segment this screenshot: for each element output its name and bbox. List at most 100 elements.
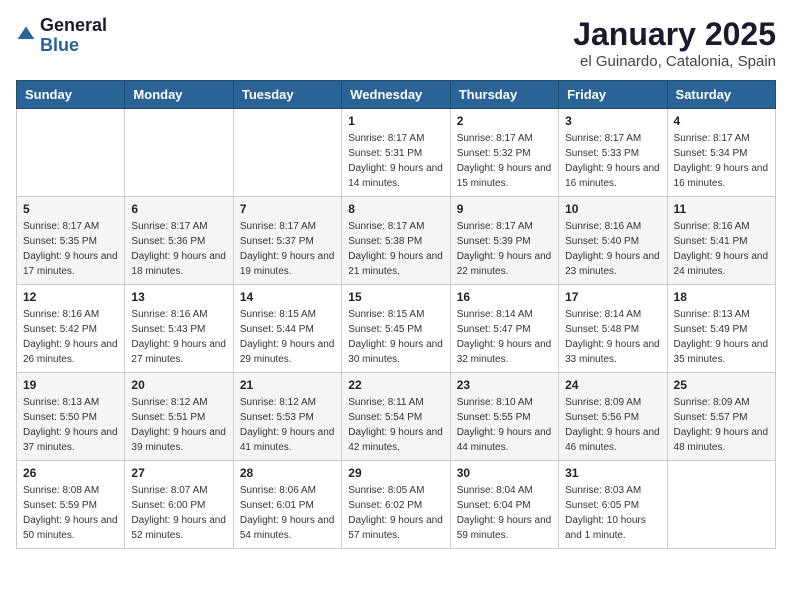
calendar-cell: [667, 461, 775, 549]
calendar-cell: 17 Sunrise: 8:14 AMSunset: 5:48 PMDayligh…: [559, 285, 667, 373]
day-info: Sunrise: 8:03 AMSunset: 6:05 PMDaylight:…: [565, 483, 660, 543]
calendar-cell: 16 Sunrise: 8:14 AMSunset: 5:47 PMDayligh…: [450, 285, 558, 373]
day-info: Sunrise: 8:15 AMSunset: 5:45 PMDaylight:…: [348, 307, 443, 367]
calendar-cell: 9 Sunrise: 8:17 AMSunset: 5:39 PMDaylight…: [450, 197, 558, 285]
weekday-header: Friday: [559, 81, 667, 109]
calendar-cell: 12Sunrise: 8:16 AMSunset: 5:42 PMDayligh…: [17, 285, 125, 373]
calendar-cell: 19 Sunrise: 8:13 AMSunset: 5:50 PMDayligh…: [17, 373, 125, 461]
day-info: Sunrise: 8:17 AMSunset: 5:39 PMDaylight:…: [457, 219, 552, 279]
day-info: Sunrise: 8:17 AMSunset: 5:32 PMDaylight:…: [457, 131, 552, 191]
logo: General Blue: [16, 16, 107, 56]
logo-icon: [16, 24, 36, 44]
day-number: 25: [674, 378, 769, 392]
day-info: Sunrise: 8:17 AMSunset: 5:36 PMDaylight:…: [131, 219, 226, 279]
day-info: Sunrise: 8:08 AMSunset: 5:59 PMDaylight:…: [23, 483, 118, 543]
day-number: 27: [131, 466, 226, 480]
calendar-cell: 4 Sunrise: 8:17 AMSunset: 5:34 PMDaylight…: [667, 109, 775, 197]
calendar-cell: 15 Sunrise: 8:15 AMSunset: 5:45 PMDayligh…: [342, 285, 450, 373]
day-number: 20: [131, 378, 226, 392]
weekday-header: Sunday: [17, 81, 125, 109]
day-number: 6: [131, 202, 226, 216]
calendar-cell: 28Sunrise: 8:06 AMSunset: 6:01 PMDayligh…: [233, 461, 341, 549]
day-info: Sunrise: 8:17 AMSunset: 5:33 PMDaylight:…: [565, 131, 660, 191]
day-info: Sunrise: 8:13 AMSunset: 5:49 PMDaylight:…: [674, 307, 769, 367]
day-number: 14: [240, 290, 335, 304]
calendar-cell: 10 Sunrise: 8:16 AMSunset: 5:40 PMDayligh…: [559, 197, 667, 285]
day-number: 5: [23, 202, 118, 216]
day-number: 31: [565, 466, 660, 480]
day-info: Sunrise: 8:12 AMSunset: 5:51 PMDaylight:…: [131, 395, 226, 455]
calendar-cell: 20 Sunrise: 8:12 AMSunset: 5:51 PMDayligh…: [125, 373, 233, 461]
day-info: Sunrise: 8:16 AMSunset: 5:43 PMDaylight:…: [131, 307, 226, 367]
calendar-cell: 1Sunrise: 8:17 AMSunset: 5:31 PMDaylight…: [342, 109, 450, 197]
calendar-table: SundayMondayTuesdayWednesdayThursdayFrid…: [16, 80, 776, 549]
day-info: Sunrise: 8:14 AMSunset: 5:47 PMDaylight:…: [457, 307, 552, 367]
day-info: Sunrise: 8:15 AMSunset: 5:44 PMDaylight:…: [240, 307, 335, 367]
day-number: 28: [240, 466, 335, 480]
calendar-cell: [233, 109, 341, 197]
calendar-header-row: SundayMondayTuesdayWednesdayThursdayFrid…: [17, 81, 776, 109]
day-info: Sunrise: 8:17 AMSunset: 5:31 PMDaylight:…: [348, 131, 443, 191]
day-number: 9: [457, 202, 552, 216]
calendar-cell: 22 Sunrise: 8:11 AMSunset: 5:54 PMDayligh…: [342, 373, 450, 461]
weekday-header: Saturday: [667, 81, 775, 109]
calendar-cell: 23Sunrise: 8:10 AMSunset: 5:55 PMDayligh…: [450, 373, 558, 461]
weekday-header: Wednesday: [342, 81, 450, 109]
calendar-cell: 5Sunrise: 8:17 AMSunset: 5:35 PMDaylight…: [17, 197, 125, 285]
day-info: Sunrise: 8:07 AMSunset: 6:00 PMDaylight:…: [131, 483, 226, 543]
calendar-cell: 25 Sunrise: 8:09 AMSunset: 5:57 PMDayligh…: [667, 373, 775, 461]
day-info: Sunrise: 8:16 AMSunset: 5:41 PMDaylight:…: [674, 219, 769, 279]
logo-general: General: [40, 15, 107, 35]
day-number: 2: [457, 114, 552, 128]
calendar-week-row: 5Sunrise: 8:17 AMSunset: 5:35 PMDaylight…: [17, 197, 776, 285]
day-number: 18: [674, 290, 769, 304]
day-info: Sunrise: 8:09 AMSunset: 5:56 PMDaylight:…: [565, 395, 660, 455]
day-number: 7: [240, 202, 335, 216]
day-info: Sunrise: 8:09 AMSunset: 5:57 PMDaylight:…: [674, 395, 769, 455]
calendar-cell: 11 Sunrise: 8:16 AMSunset: 5:41 PMDayligh…: [667, 197, 775, 285]
day-number: 17: [565, 290, 660, 304]
weekday-header: Tuesday: [233, 81, 341, 109]
calendar-week-row: 1Sunrise: 8:17 AMSunset: 5:31 PMDaylight…: [17, 109, 776, 197]
day-info: Sunrise: 8:05 AMSunset: 6:02 PMDaylight:…: [348, 483, 443, 543]
day-number: 11: [674, 202, 769, 216]
day-info: Sunrise: 8:17 AMSunset: 5:37 PMDaylight:…: [240, 219, 335, 279]
weekday-header: Thursday: [450, 81, 558, 109]
day-number: 16: [457, 290, 552, 304]
title-area: January 2025 el Guinardo, Catalonia, Spa…: [573, 16, 776, 70]
calendar-week-row: 12Sunrise: 8:16 AMSunset: 5:42 PMDayligh…: [17, 285, 776, 373]
day-info: Sunrise: 8:17 AMSunset: 5:34 PMDaylight:…: [674, 131, 769, 191]
day-info: Sunrise: 8:14 AMSunset: 5:48 PMDaylight:…: [565, 307, 660, 367]
day-number: 10: [565, 202, 660, 216]
calendar-cell: 8Sunrise: 8:17 AMSunset: 5:38 PMDaylight…: [342, 197, 450, 285]
day-number: 15: [348, 290, 443, 304]
calendar-cell: 30Sunrise: 8:04 AMSunset: 6:04 PMDayligh…: [450, 461, 558, 549]
day-number: 30: [457, 466, 552, 480]
calendar-cell: 24 Sunrise: 8:09 AMSunset: 5:56 PMDayligh…: [559, 373, 667, 461]
calendar-cell: 13Sunrise: 8:16 AMSunset: 5:43 PMDayligh…: [125, 285, 233, 373]
calendar-cell: 21Sunrise: 8:12 AMSunset: 5:53 PMDayligh…: [233, 373, 341, 461]
weekday-header: Monday: [125, 81, 233, 109]
page-header: General Blue January 2025 el Guinardo, C…: [16, 16, 776, 70]
calendar-cell: 2 Sunrise: 8:17 AMSunset: 5:32 PMDaylight…: [450, 109, 558, 197]
calendar-cell: [125, 109, 233, 197]
day-info: Sunrise: 8:13 AMSunset: 5:50 PMDaylight:…: [23, 395, 118, 455]
day-info: Sunrise: 8:16 AMSunset: 5:40 PMDaylight:…: [565, 219, 660, 279]
day-number: 8: [348, 202, 443, 216]
day-number: 24: [565, 378, 660, 392]
day-number: 19: [23, 378, 118, 392]
location-title: el Guinardo, Catalonia, Spain: [573, 53, 776, 70]
day-number: 26: [23, 466, 118, 480]
day-number: 3: [565, 114, 660, 128]
calendar-week-row: 19 Sunrise: 8:13 AMSunset: 5:50 PMDayligh…: [17, 373, 776, 461]
calendar-cell: 3 Sunrise: 8:17 AMSunset: 5:33 PMDaylight…: [559, 109, 667, 197]
logo-blue: Blue: [40, 35, 79, 55]
day-number: 4: [674, 114, 769, 128]
day-info: Sunrise: 8:11 AMSunset: 5:54 PMDaylight:…: [348, 395, 443, 455]
calendar-cell: 14 Sunrise: 8:15 AMSunset: 5:44 PMDayligh…: [233, 285, 341, 373]
day-number: 12: [23, 290, 118, 304]
day-number: 23: [457, 378, 552, 392]
calendar-cell: 6 Sunrise: 8:17 AMSunset: 5:36 PMDaylight…: [125, 197, 233, 285]
calendar-cell: 27 Sunrise: 8:07 AMSunset: 6:00 PMDayligh…: [125, 461, 233, 549]
day-number: 22: [348, 378, 443, 392]
